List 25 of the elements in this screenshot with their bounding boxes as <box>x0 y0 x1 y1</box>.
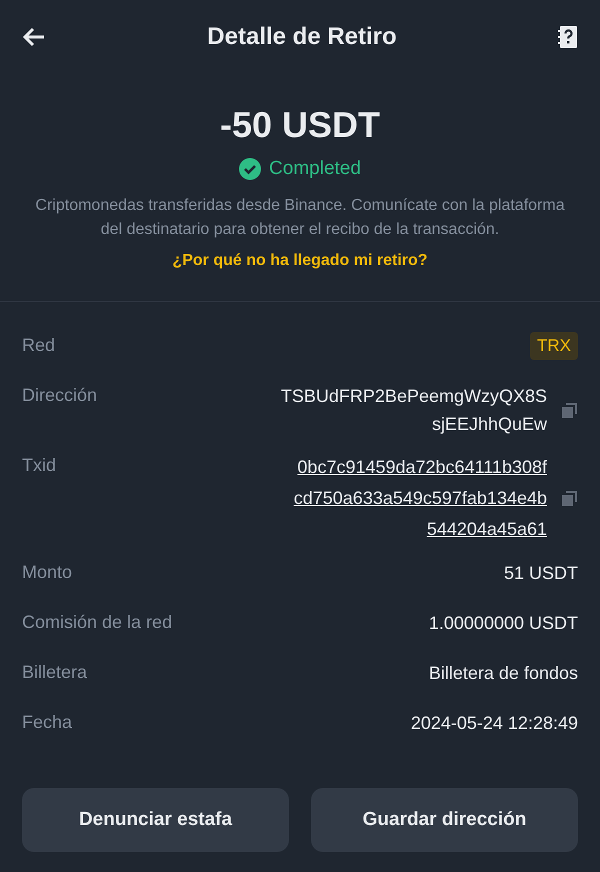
detail-value: Billetera de fondos <box>428 662 578 685</box>
detail-label: Billetera <box>22 661 88 684</box>
detail-label: Monto <box>22 561 72 584</box>
withdrawal-amount: -50 USDT <box>220 104 380 146</box>
detail-label: Red <box>22 334 56 357</box>
network-tag: TRX <box>530 332 578 360</box>
detail-value: 51 USDT <box>504 562 578 585</box>
help-link[interactable]: ¿Por qué no ha llegado mi retiro? <box>172 252 428 270</box>
txid-link[interactable]: 0bc7c91459da72bc64111b308f cd750a633a549c597fab134e4b 544204a45a61 <box>294 452 547 545</box>
action-button[interactable]: Guardar dirección <box>311 788 578 852</box>
action-button[interactable]: Denunciar estafa <box>22 788 289 852</box>
status-label: Completed <box>269 158 361 180</box>
detail-label: Fecha <box>22 711 72 734</box>
detail-label: Txid <box>22 454 56 477</box>
page-title: Detalle de Retiro <box>207 23 397 51</box>
copy-icon[interactable] <box>561 490 578 507</box>
detail-label: Dirección <box>22 384 98 407</box>
detail-value: 2024-05-24 12:28:49 <box>410 712 578 735</box>
back-button[interactable] <box>22 27 46 47</box>
detail-label: Comisión de la red <box>22 611 172 634</box>
detail-value: TSBUdFRP2BePeemgWzyQX8S sjEEJhhQuEw <box>280 385 547 436</box>
detail-value: 1.00000000 USDT <box>428 612 578 635</box>
copy-icon[interactable] <box>561 402 578 418</box>
help-icon[interactable] <box>558 25 578 49</box>
description: Criptomonedas transferidas desde Binance. Comunícate con la plataforma del destinatario para obtener el recibo de la transacción. <box>34 196 566 240</box>
